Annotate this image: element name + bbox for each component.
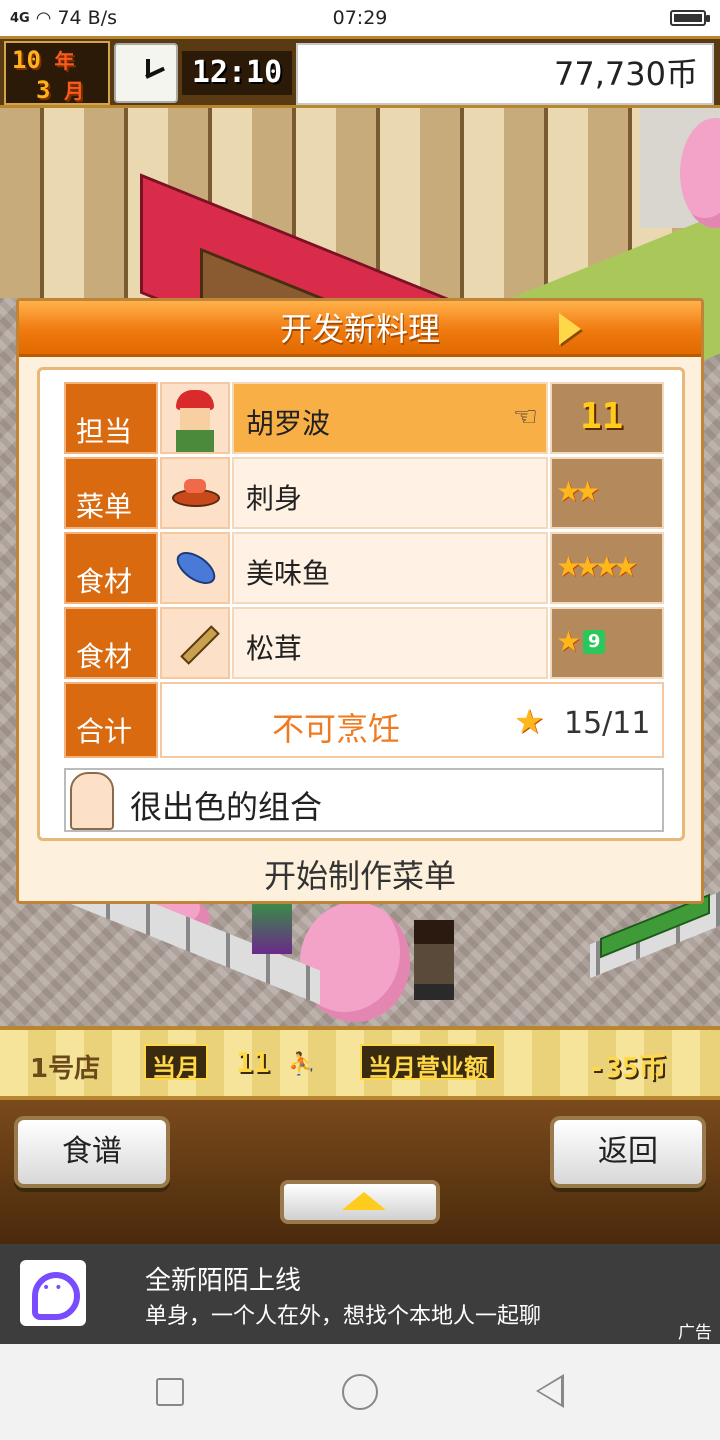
ingredient-name: 松茸 [246, 632, 303, 665]
ingredient-rating: ★★★★ [550, 532, 664, 604]
row-label: 担当 [64, 382, 158, 454]
chef-level: 11 [550, 382, 664, 454]
ingredient-name-field[interactable]: 美味鱼 [232, 532, 548, 604]
menu-rating: ★★ [550, 457, 664, 529]
customer-character[interactable] [414, 920, 454, 1000]
year-unit: 年 [54, 49, 75, 73]
fish-icon [160, 532, 230, 604]
sales-value: -35币 [588, 1051, 667, 1084]
row-label: 食材 [64, 607, 158, 679]
total-body: 不可烹饪 ★ 15/11 [160, 682, 664, 758]
ingredient-rating: ★ 9 [550, 607, 664, 679]
back-icon[interactable] [536, 1374, 564, 1408]
store-name: 1号店 [30, 1054, 101, 1084]
assistant-avatar [70, 772, 114, 830]
ad-title: 全新陌陌上线 [145, 1266, 302, 1296]
back-button[interactable]: 返回 [550, 1116, 706, 1188]
ad-banner[interactable]: 全新陌陌上线 单身，一个人在外，想找个本地人一起聊 广告 [0, 1244, 720, 1344]
cherry-blossom-tree [300, 902, 410, 1022]
battery-icon [670, 10, 710, 26]
month-label: 当月 [144, 1044, 208, 1082]
status-time: 07:29 [332, 7, 388, 29]
start-cooking-button[interactable]: 开始制作菜单 [19, 849, 701, 903]
month-unit: 月 [64, 79, 85, 103]
dialog-title: 开发新料理 [19, 301, 701, 357]
recipe-book-button[interactable]: 食谱 [14, 1116, 170, 1188]
up-arrow-icon [342, 1192, 386, 1210]
system-nav-bar [0, 1344, 720, 1440]
store-info-bar: 1号店 当月 11 ⛹ 当月营业额 -35币 [0, 1026, 720, 1100]
next-arrow-icon[interactable] [559, 313, 581, 345]
menu-name-field[interactable]: 刺身 [232, 457, 548, 529]
pointing-hand-icon: ☜ [512, 400, 538, 433]
home-icon[interactable] [342, 1374, 378, 1410]
star-rating: ★★ [556, 475, 600, 508]
game-top-bar: 10 年 3 月 12:10 77,730币 [0, 36, 720, 108]
ingredient-name-field[interactable]: 松茸 [232, 607, 548, 679]
recipe-row-ingredient-2[interactable]: 食材 松茸 ★ 9 [64, 607, 664, 679]
star-rating: ★★★★ [556, 550, 638, 583]
develop-recipe-dialog: 开发新料理 担当 胡罗波 ☜ 11 菜单 刺身 ★★ 食材 美味鱼 ★★★★ 食… [16, 298, 704, 904]
customer-character[interactable] [252, 904, 292, 954]
expand-menu-button[interactable] [280, 1180, 440, 1224]
chef-name-field[interactable]: 胡罗波 ☜ [232, 382, 548, 454]
month-number: 3 [36, 76, 51, 104]
sales-label: 当月营业额 [360, 1044, 496, 1082]
menu-name: 刺身 [246, 482, 303, 515]
chef-name: 胡罗波 [246, 407, 331, 440]
money-display: 77,730币 [296, 43, 714, 105]
clock-icon [114, 43, 178, 103]
assistant-comment: 很出色的组合 [64, 768, 664, 832]
visitor-count: 11 [236, 1046, 270, 1079]
game-time: 12:10 [182, 51, 292, 95]
comment-text: 很出色的组合 [130, 788, 323, 826]
total-label: 合计 [64, 682, 158, 758]
mushroom-icon [160, 607, 230, 679]
recent-apps-icon[interactable] [156, 1378, 184, 1406]
chef-icon [160, 382, 230, 454]
status-bar: 4G ◠ 74 B/s 07:29 [0, 0, 720, 36]
dish-icon [160, 457, 230, 529]
recipe-row-ingredient-1[interactable]: 食材 美味鱼 ★★★★ [64, 532, 664, 604]
recipe-row-chef[interactable]: 担当 胡罗波 ☜ 11 [64, 382, 664, 454]
controls-area: 食谱 返回 [0, 1100, 720, 1244]
ad-label: 广告 [678, 1323, 712, 1343]
cook-status: 不可烹饪 [272, 710, 401, 748]
year-number: 10 [12, 46, 41, 74]
ingredient-name: 美味鱼 [246, 557, 331, 590]
total-score: 15/11 [564, 706, 651, 741]
row-label: 菜单 [64, 457, 158, 529]
recipe-panel: 担当 胡罗波 ☜ 11 菜单 刺身 ★★ 食材 美味鱼 ★★★★ 食材 松茸 ★… [37, 367, 685, 841]
recipe-row-menu[interactable]: 菜单 刺身 ★★ [64, 457, 664, 529]
total-row: 合计 不可烹饪 ★ 15/11 [64, 682, 664, 758]
date-display: 10 年 3 月 [4, 41, 110, 105]
person-icon: ⛹ [288, 1052, 316, 1077]
star-rating: ★ 9 [552, 609, 662, 658]
momo-logo-icon [20, 1260, 86, 1326]
ad-subtitle: 单身，一个人在外，想找个本地人一起聊 [145, 1304, 542, 1329]
row-label: 食材 [64, 532, 158, 604]
star-level-badge: 9 [583, 630, 606, 654]
star-icon: ★ [514, 702, 545, 742]
chef-level-value: 11 [580, 396, 624, 437]
